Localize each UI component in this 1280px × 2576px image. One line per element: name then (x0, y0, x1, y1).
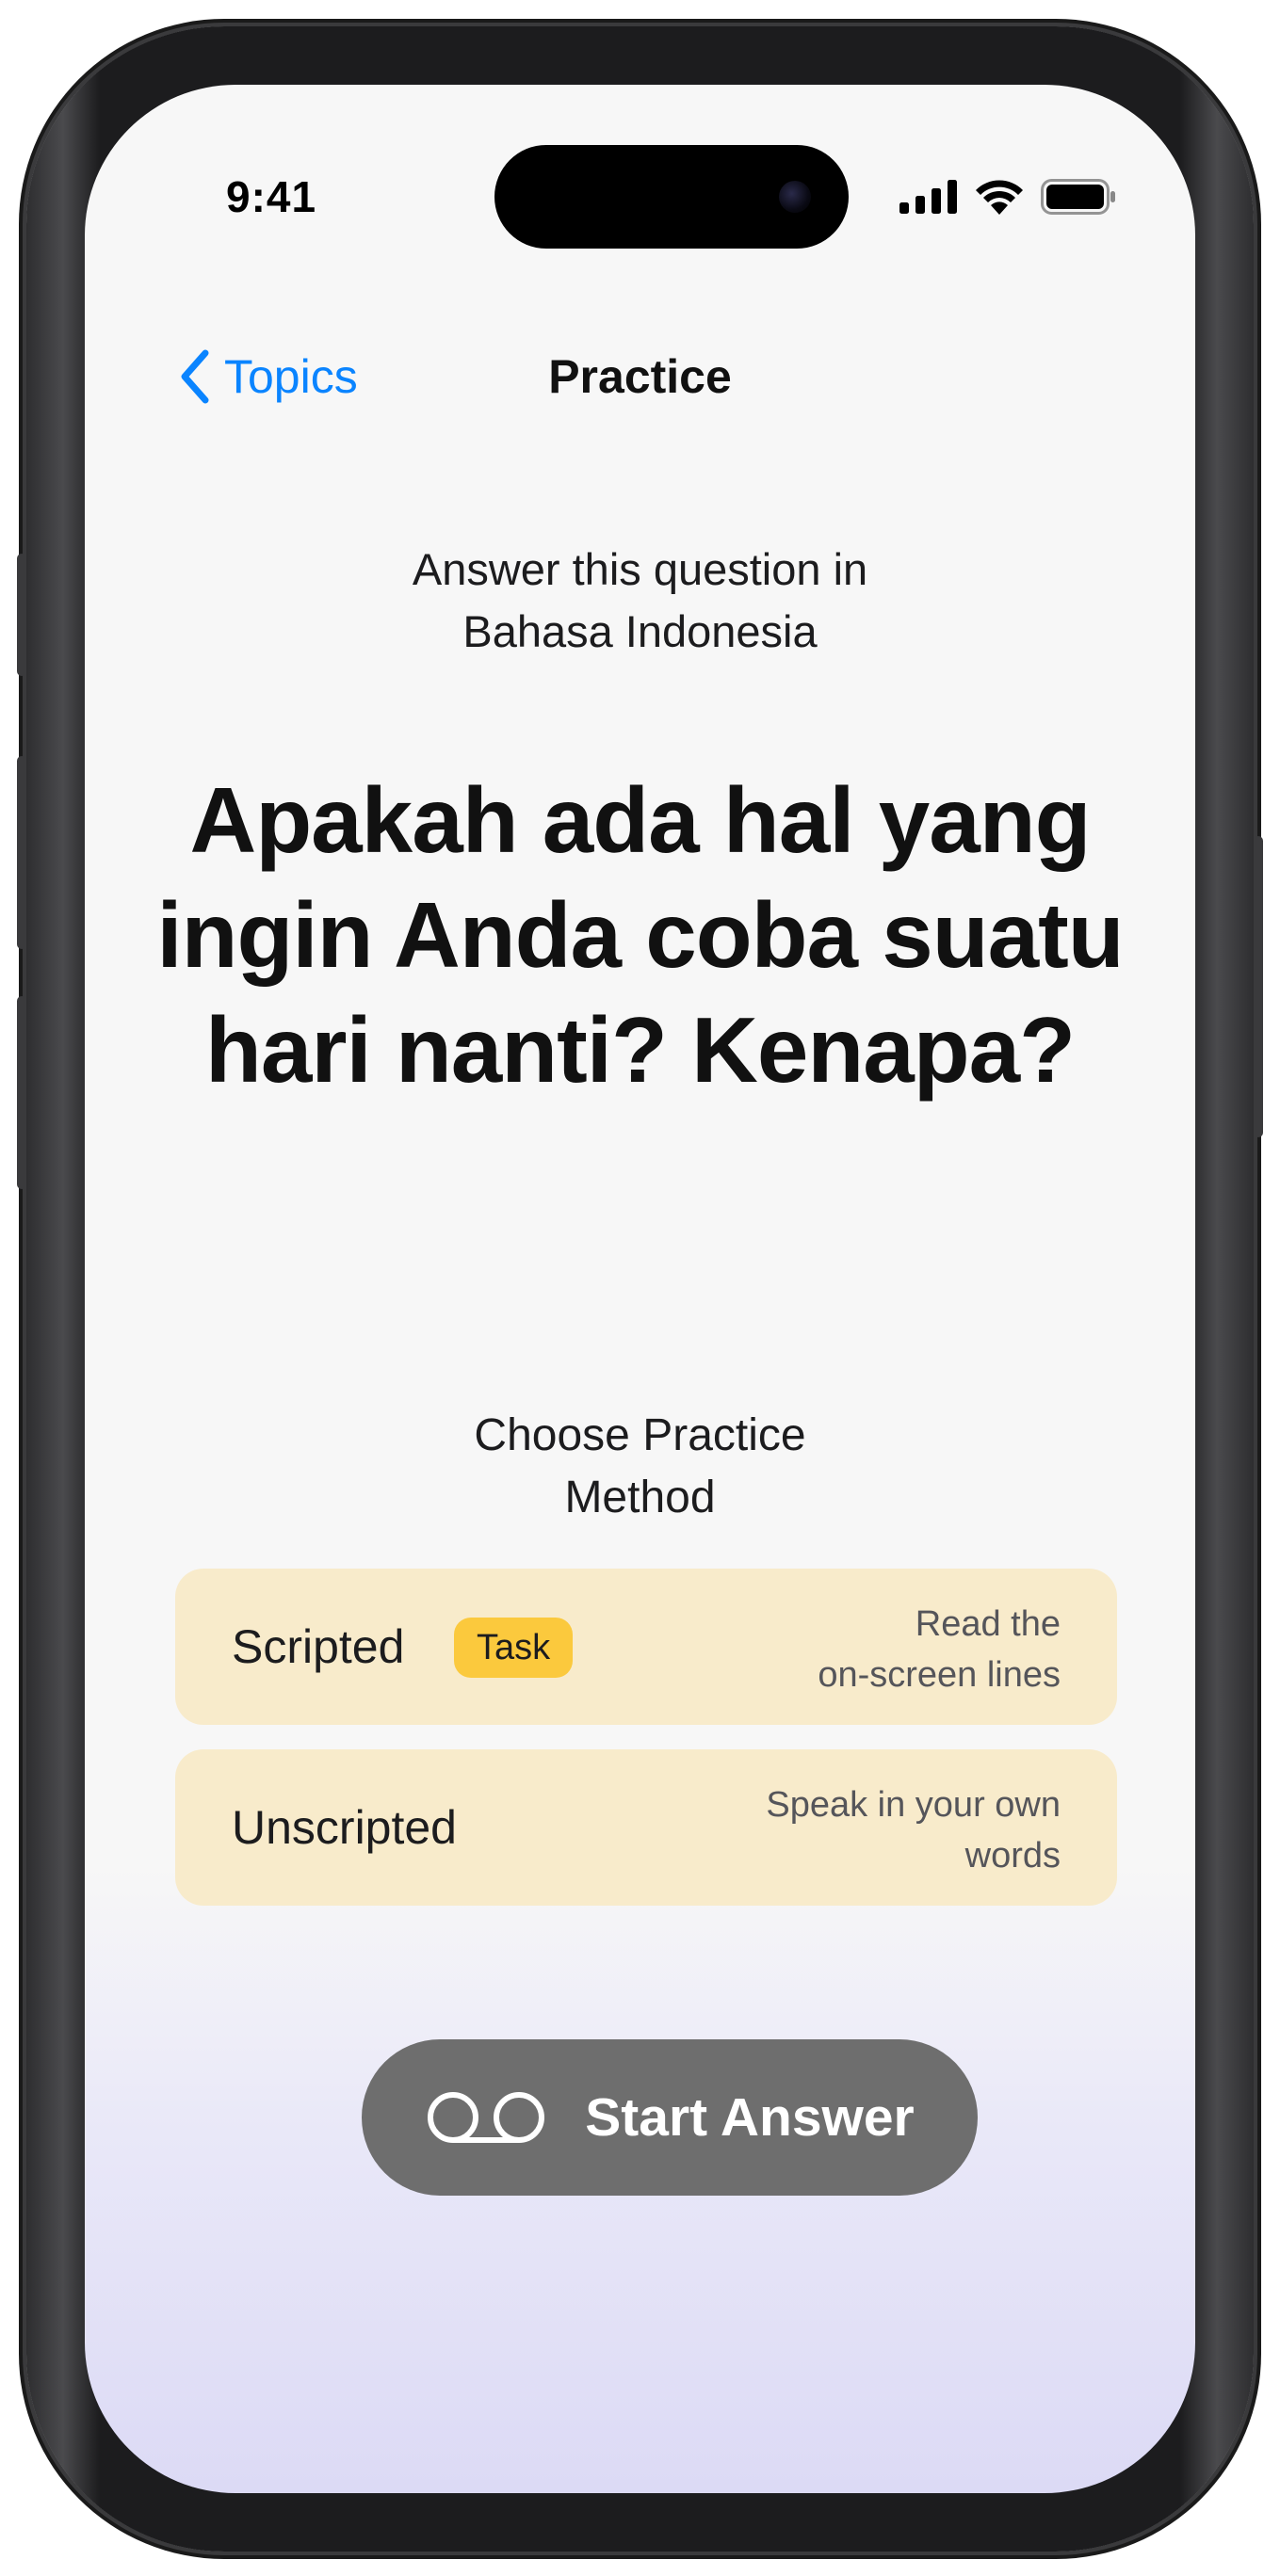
volume-up-button (17, 756, 26, 949)
instruction-line: Answer this question in (412, 544, 868, 594)
method-heading-line: Method (564, 1473, 716, 1522)
task-badge: Task (454, 1618, 574, 1678)
battery-icon (1041, 179, 1115, 215)
navigation-bar: Topics Practice (85, 339, 1195, 424)
scripted-option[interactable]: Scripted Task Read the on-screen lines (175, 1569, 1117, 1725)
question-line: hari nanti? Kenapa? (204, 998, 1076, 1102)
option-label: Unscripted (232, 1801, 457, 1854)
instruction-line: Bahasa Indonesia (462, 606, 818, 656)
option-description-line: Speak in your own (766, 1785, 1061, 1825)
option-description-line: Read the (915, 1604, 1061, 1644)
status-bar: 9:41 (85, 85, 1195, 249)
start-answer-label: Start Answer (585, 2087, 915, 2148)
action-button (17, 554, 26, 676)
question-text: Apakah ada hal yang ingin Anda coba suat… (141, 763, 1139, 1107)
start-answer-button[interactable]: Start Answer (362, 2039, 978, 2196)
app-screen: 9:41 Topics Practice Answer this questio… (85, 85, 1195, 2493)
page-title: Practice (548, 350, 732, 403)
question-line: ingin Anda coba suatu (156, 883, 1124, 987)
method-heading-line: Choose Practice (474, 1410, 806, 1460)
volume-down-button (17, 996, 26, 1189)
power-button (1254, 836, 1263, 1137)
question-instruction: Answer this question in Bahasa Indonesia (85, 539, 1195, 663)
camera-icon (779, 181, 811, 213)
dynamic-island (494, 145, 849, 249)
wifi-icon (976, 180, 1023, 215)
option-description: Read the on-screen lines (818, 1599, 1061, 1700)
voicemail-icon (428, 2092, 545, 2143)
unscripted-option[interactable]: Unscripted Speak in your own words (175, 1749, 1117, 1906)
phone-frame: 9:41 Topics Practice Answer this questio… (17, 26, 1263, 2552)
method-heading: Choose Practice Method (85, 1405, 1195, 1529)
question-line: Apakah ada hal yang (189, 768, 1092, 872)
option-label: Scripted (232, 1620, 405, 1673)
status-icons (899, 179, 1116, 215)
option-description: Speak in your own words (766, 1779, 1061, 1881)
cellular-signal-icon (899, 180, 957, 214)
status-time: 9:41 (226, 172, 317, 221)
option-description-line: words (964, 1836, 1061, 1876)
option-description-line: on-screen lines (818, 1655, 1061, 1695)
